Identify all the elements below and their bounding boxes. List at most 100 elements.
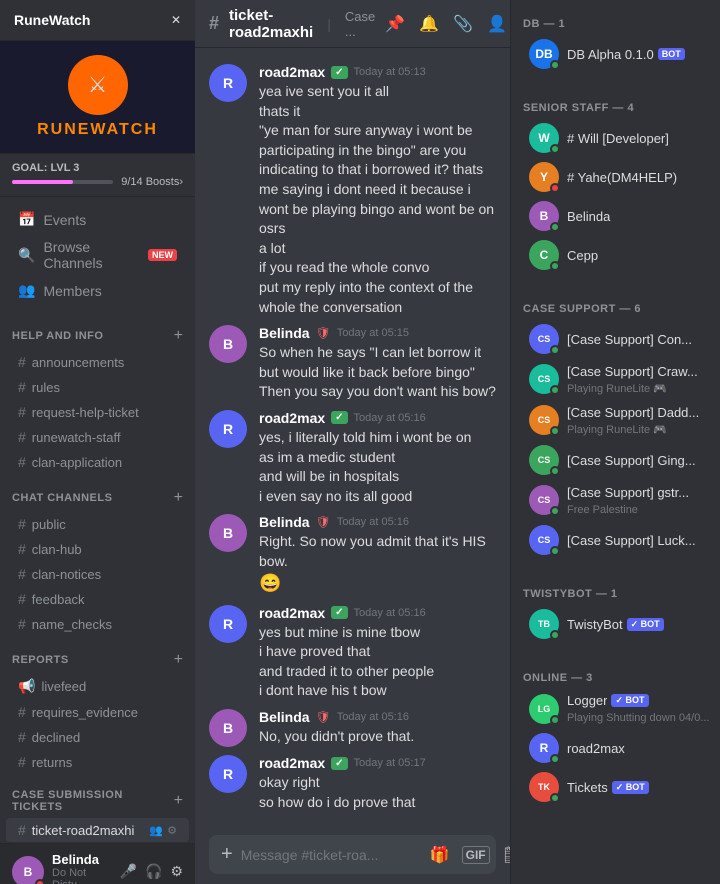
message-author[interactable]: road2max [259, 605, 325, 621]
member-db-alpha[interactable]: DB DB Alpha 0.1.0 BOT [517, 35, 714, 73]
members-icon-small: 👥 [149, 824, 163, 837]
member-twistybot[interactable]: TB TwistyBot ✓ BOT [517, 605, 714, 643]
message-header: Belinda 🛡 Today at 05:16 [259, 514, 496, 530]
message-timestamp: Today at 05:13 [354, 66, 426, 78]
message-author[interactable]: Belinda [259, 514, 310, 530]
channel-clan-hub[interactable]: #clan-hub [6, 537, 189, 561]
message-group: R road2max ✓ Today at 05:13 yea ive sent… [209, 64, 496, 317]
channel-livefeed[interactable]: 📢livefeed [6, 674, 189, 699]
message-text: Right. So now you admit that it's HIS bo… [259, 532, 496, 596]
current-user-name: Belinda [52, 852, 112, 867]
member-case-con[interactable]: CS [Case Support] Con... [517, 320, 714, 358]
headset-icon[interactable]: 🎧 [145, 863, 162, 880]
member-tickets[interactable]: TK Tickets ✓ BOT [517, 768, 714, 806]
channel-declined[interactable]: #declined [6, 725, 189, 749]
member-avatar: CS [529, 445, 559, 475]
channel-announcements[interactable]: #announcements [6, 350, 189, 374]
channel-public[interactable]: #public [6, 512, 189, 536]
nav-item-browse-label: Browse Channels [43, 239, 142, 271]
member-case-gstr[interactable]: CS [Case Support] gstr... Free Palestine [517, 480, 714, 520]
message-author[interactable]: Belinda [259, 325, 310, 341]
message-timestamp: Today at 05:17 [354, 757, 426, 769]
pin2-icon[interactable]: 📎 [453, 14, 473, 34]
bell-icon[interactable]: 🔔 [419, 14, 439, 34]
member-will[interactable]: W # Will [Developer] [517, 119, 714, 157]
member-info: [Case Support] Con... [567, 331, 702, 347]
members-section-twistybot: TWISTYBOT — 1 TB TwistyBot ✓ BOT [511, 570, 720, 654]
nav-item-members[interactable]: 👥 Members [6, 277, 189, 304]
member-logger[interactable]: LG Logger ✓ BOT Playing Shutting down 04… [517, 689, 714, 728]
message-header: Belinda 🛡 Today at 05:16 [259, 709, 496, 725]
user-settings-icon[interactable]: ⚙ [170, 863, 183, 880]
chat-input[interactable] [241, 847, 422, 863]
message-author[interactable]: Belinda [259, 709, 310, 725]
avatar: R [209, 605, 247, 643]
member-info: Logger ✓ BOT Playing Shutting down 04/0.… [567, 693, 702, 724]
current-user-info: Belinda Do Not Distu... [52, 852, 112, 884]
message-author[interactable]: road2max [259, 64, 325, 80]
avatar: B [209, 709, 247, 747]
member-case-dadd[interactable]: CS [Case Support] Dadd... Playing RuneLi… [517, 400, 714, 440]
boost-bar[interactable]: GOAL: LVL 3 9/14 Boosts › [0, 154, 195, 197]
add-chat-channel-icon[interactable]: + [174, 489, 183, 507]
channel-name-checks[interactable]: #name_checks [6, 612, 189, 636]
mod-shield-icon: 🛡 [316, 710, 331, 724]
member-name: [Case Support] Craw... [567, 364, 698, 379]
message-author[interactable]: road2max [259, 410, 325, 426]
message-group: R road2max ✓ Today at 05:16 yes but mine… [209, 605, 496, 701]
channel-header-name: ticket-road2maxhi [229, 7, 313, 41]
gif-icon[interactable]: GIF [462, 846, 490, 864]
channel-runewatch-staff[interactable]: #runewatch-staff [6, 425, 189, 449]
boost-progress-fill [12, 180, 73, 184]
member-case-ging[interactable]: CS [Case Support] Ging... [517, 441, 714, 479]
channel-request-help-ticket[interactable]: #request-help-ticket [6, 400, 189, 424]
mute-icon[interactable]: 🎤 [120, 863, 137, 880]
member-yahe[interactable]: Y # Yahe(DM4HELP) [517, 158, 714, 196]
message-content: Belinda 🛡 Today at 05:16 No, you didn't … [259, 709, 496, 747]
member-name: [Case Support] Con... [567, 332, 692, 347]
add-channel-icon[interactable]: + [174, 327, 183, 345]
chat-input-area: + 🎁 GIF 🗒 😊 [195, 825, 510, 884]
member-info: # Will [Developer] [567, 130, 702, 146]
member-name: road2max [567, 741, 625, 756]
message-author[interactable]: road2max [259, 755, 325, 771]
members-section-case-support: CASE SUPPORT — 6 CS [Case Support] Con..… [511, 285, 720, 570]
channel-header-tag: Case ... [345, 9, 375, 39]
message-header: road2max ✓ Today at 05:16 [259, 410, 496, 426]
bot-badge: BOT [658, 48, 685, 60]
member-cepp[interactable]: C Cepp [517, 236, 714, 274]
channel-feedback[interactable]: #feedback [6, 587, 189, 611]
author-verified-badge: ✓ [331, 411, 347, 424]
member-case-luck[interactable]: CS [Case Support] Luck... [517, 521, 714, 559]
status-indicator [550, 183, 560, 193]
status-indicator [550, 345, 560, 355]
channel-ticket-road2maxhi[interactable]: # ticket-road2maxhi 👥 ⚙ [6, 818, 189, 842]
member-case-craw[interactable]: CS [Case Support] Craw... Playing RuneLi… [517, 359, 714, 399]
nav-item-events[interactable]: 📅 Events [6, 206, 189, 233]
gift-icon[interactable]: 🎁 [430, 845, 450, 865]
pin-icon[interactable]: 📌 [385, 14, 405, 34]
members-panel-icon[interactable]: 👤 [487, 14, 507, 34]
member-name: # Yahe(DM4HELP) [567, 170, 677, 185]
members-category-senior-staff: SENIOR STAFF — 4 [511, 94, 720, 118]
server-logo: ⚔ [68, 55, 128, 115]
server-header[interactable]: RuneWatch ✕ [0, 0, 195, 41]
add-report-icon[interactable]: + [174, 651, 183, 669]
chat-header-icons: 📌 🔔 📎 👤 🔍 📥 [385, 12, 510, 35]
add-ticket-icon[interactable]: + [174, 792, 183, 810]
message-group: R road2max ✓ Today at 05:16 yes, i liter… [209, 410, 496, 506]
member-avatar: TB [529, 609, 559, 639]
channel-rules[interactable]: #rules [6, 375, 189, 399]
member-avatar: CS [529, 525, 559, 555]
channel-clan-application[interactable]: #clan-application [6, 450, 189, 474]
sticker-icon[interactable]: 🗒 [502, 845, 510, 865]
channel-requires-evidence[interactable]: #requires_evidence [6, 700, 189, 724]
add-attachment-icon[interactable]: + [221, 843, 233, 866]
channel-returns[interactable]: #returns [6, 750, 189, 774]
member-belinda[interactable]: B Belinda [517, 197, 714, 235]
nav-item-browse-channels[interactable]: 🔍 Browse Channels NEW [6, 234, 189, 276]
boost-chevron-icon: › [179, 176, 183, 188]
case-submission-title: CASE SUBMISSION TICKETS [12, 789, 174, 813]
member-road2max[interactable]: R road2max [517, 729, 714, 767]
channel-clan-notices[interactable]: #clan-notices [6, 562, 189, 586]
